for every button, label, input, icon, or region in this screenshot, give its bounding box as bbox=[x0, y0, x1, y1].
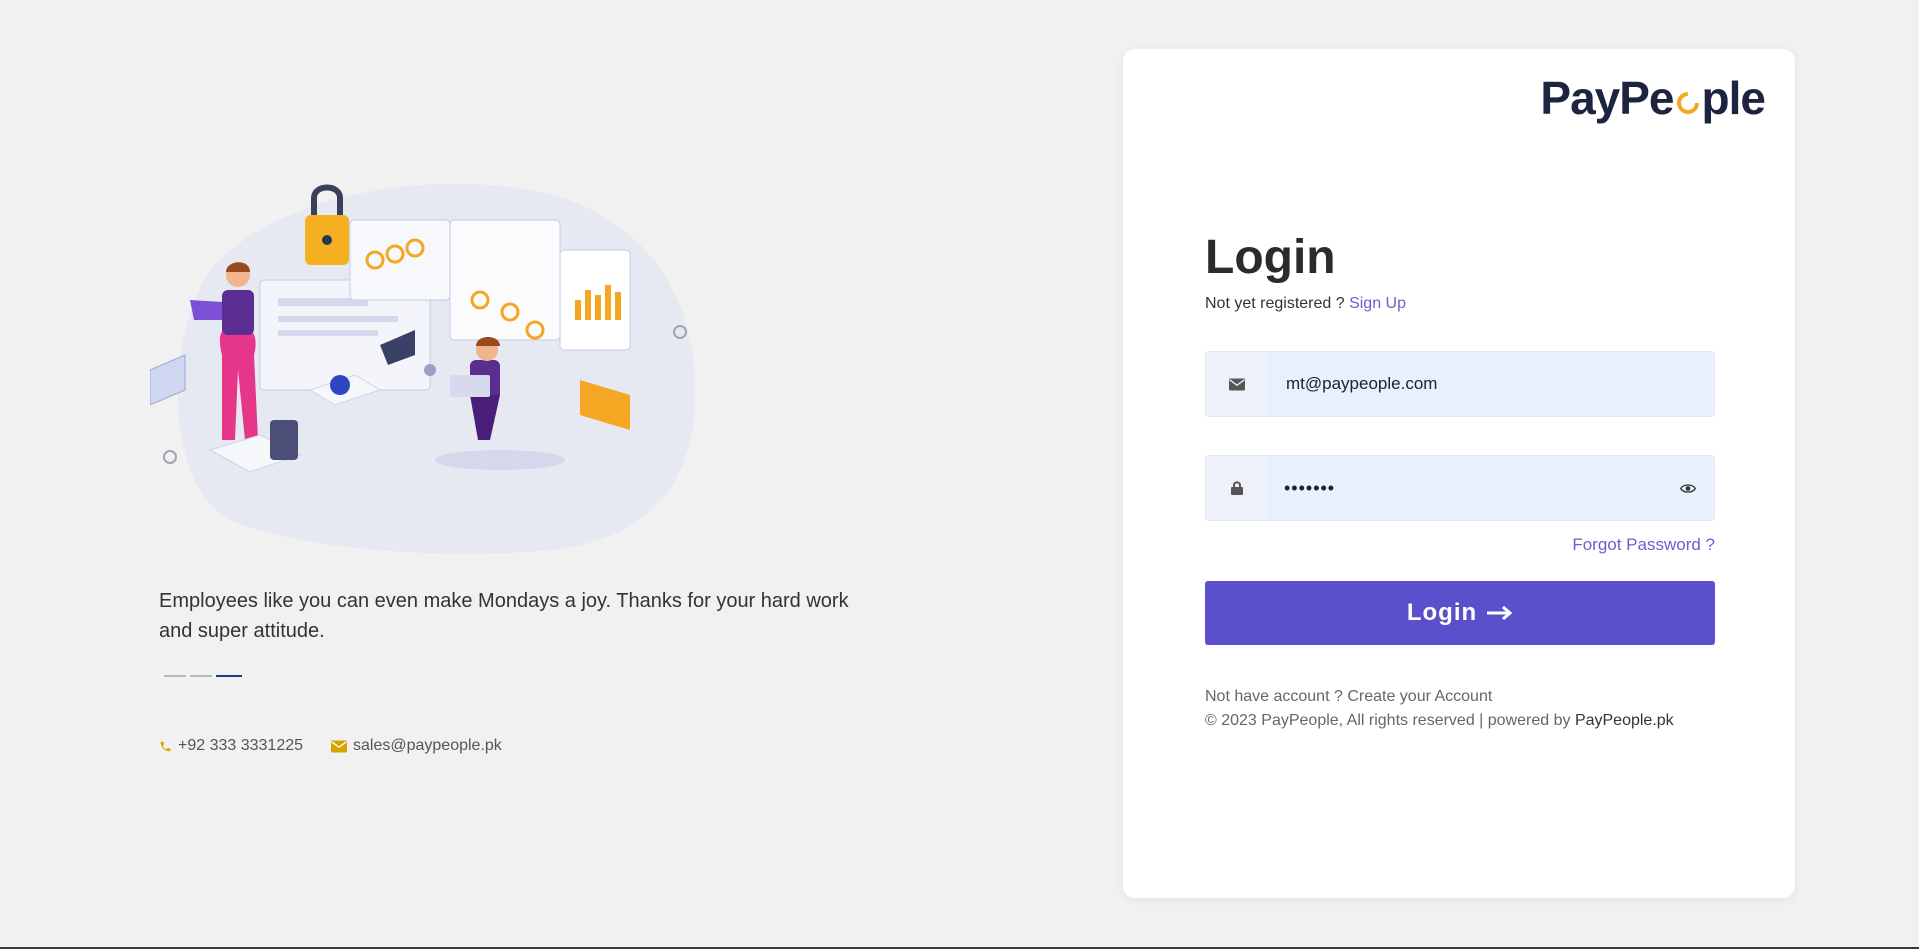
powered-by-link[interactable]: PayPeople.pk bbox=[1575, 712, 1674, 729]
create-account-link[interactable]: Create your Account bbox=[1347, 688, 1492, 705]
password-field: ••••••• bbox=[1205, 455, 1715, 521]
testimonial-text: Employees like you can even make Mondays… bbox=[159, 590, 849, 642]
page-title: Login bbox=[1205, 231, 1336, 284]
login-form: Login Not yet registered ? Sign Up mt@pa… bbox=[1205, 229, 1715, 733]
lock-icon bbox=[1206, 456, 1268, 520]
card-footer: Not have account ? Create your Account ©… bbox=[1205, 685, 1715, 733]
eye-icon[interactable] bbox=[1662, 456, 1714, 520]
paypeople-logo: PayPe ple bbox=[1540, 71, 1766, 125]
login-button-label: Login bbox=[1406, 599, 1478, 626]
password-input-wrapper: ••••••• bbox=[1268, 456, 1662, 520]
email-input[interactable] bbox=[1284, 373, 1714, 395]
envelope-icon bbox=[331, 740, 348, 752]
register-text: Not yet registered ? bbox=[1205, 295, 1345, 312]
forgot-password-link[interactable]: Forgot Password ? bbox=[1572, 535, 1715, 554]
login-button[interactable]: Login bbox=[1205, 581, 1715, 645]
register-prompt: Not yet registered ? Sign Up bbox=[1205, 295, 1715, 313]
carousel-indicators[interactable] bbox=[164, 675, 242, 677]
envelope-icon bbox=[1206, 352, 1268, 416]
logo-text-end: ple bbox=[1701, 72, 1766, 124]
no-account-text: Not have account ? bbox=[1205, 688, 1343, 705]
copyright-row: © 2023 PayPeople, All rights reserved | … bbox=[1205, 709, 1715, 733]
email-input-wrapper bbox=[1268, 352, 1714, 416]
contact-info: +92 333 3331225 sales@paypeople.pk bbox=[159, 737, 502, 755]
login-illustration bbox=[150, 183, 696, 554]
password-input[interactable]: ••••••• bbox=[1284, 478, 1335, 499]
carousel-dot-active[interactable] bbox=[216, 675, 242, 677]
phone-number: +92 333 3331225 bbox=[178, 737, 304, 754]
phone-icon bbox=[160, 741, 171, 751]
email-field bbox=[1205, 351, 1715, 417]
email-address: sales@paypeople.pk bbox=[353, 737, 502, 754]
carousel-dot[interactable] bbox=[164, 675, 186, 677]
email-contact[interactable]: sales@paypeople.pk bbox=[331, 737, 502, 755]
signup-link[interactable]: Sign Up bbox=[1349, 295, 1406, 312]
logo-text-start: PayPe bbox=[1540, 72, 1674, 124]
carousel-dot[interactable] bbox=[190, 675, 212, 677]
login-card: PayPe ple Login Not yet registered ? Sig… bbox=[1123, 49, 1795, 898]
left-panel: Employees like you can even make Mondays… bbox=[0, 0, 1100, 949]
logo-o-mark bbox=[1675, 71, 1701, 114]
phone-contact[interactable]: +92 333 3331225 bbox=[159, 737, 303, 755]
create-account-row: Not have account ? Create your Account bbox=[1205, 685, 1715, 709]
arrow-right-icon bbox=[1487, 606, 1513, 620]
forgot-password-row: Forgot Password ? bbox=[1205, 535, 1715, 555]
copyright-text: © 2023 PayPeople, All rights reserved | … bbox=[1205, 712, 1571, 729]
